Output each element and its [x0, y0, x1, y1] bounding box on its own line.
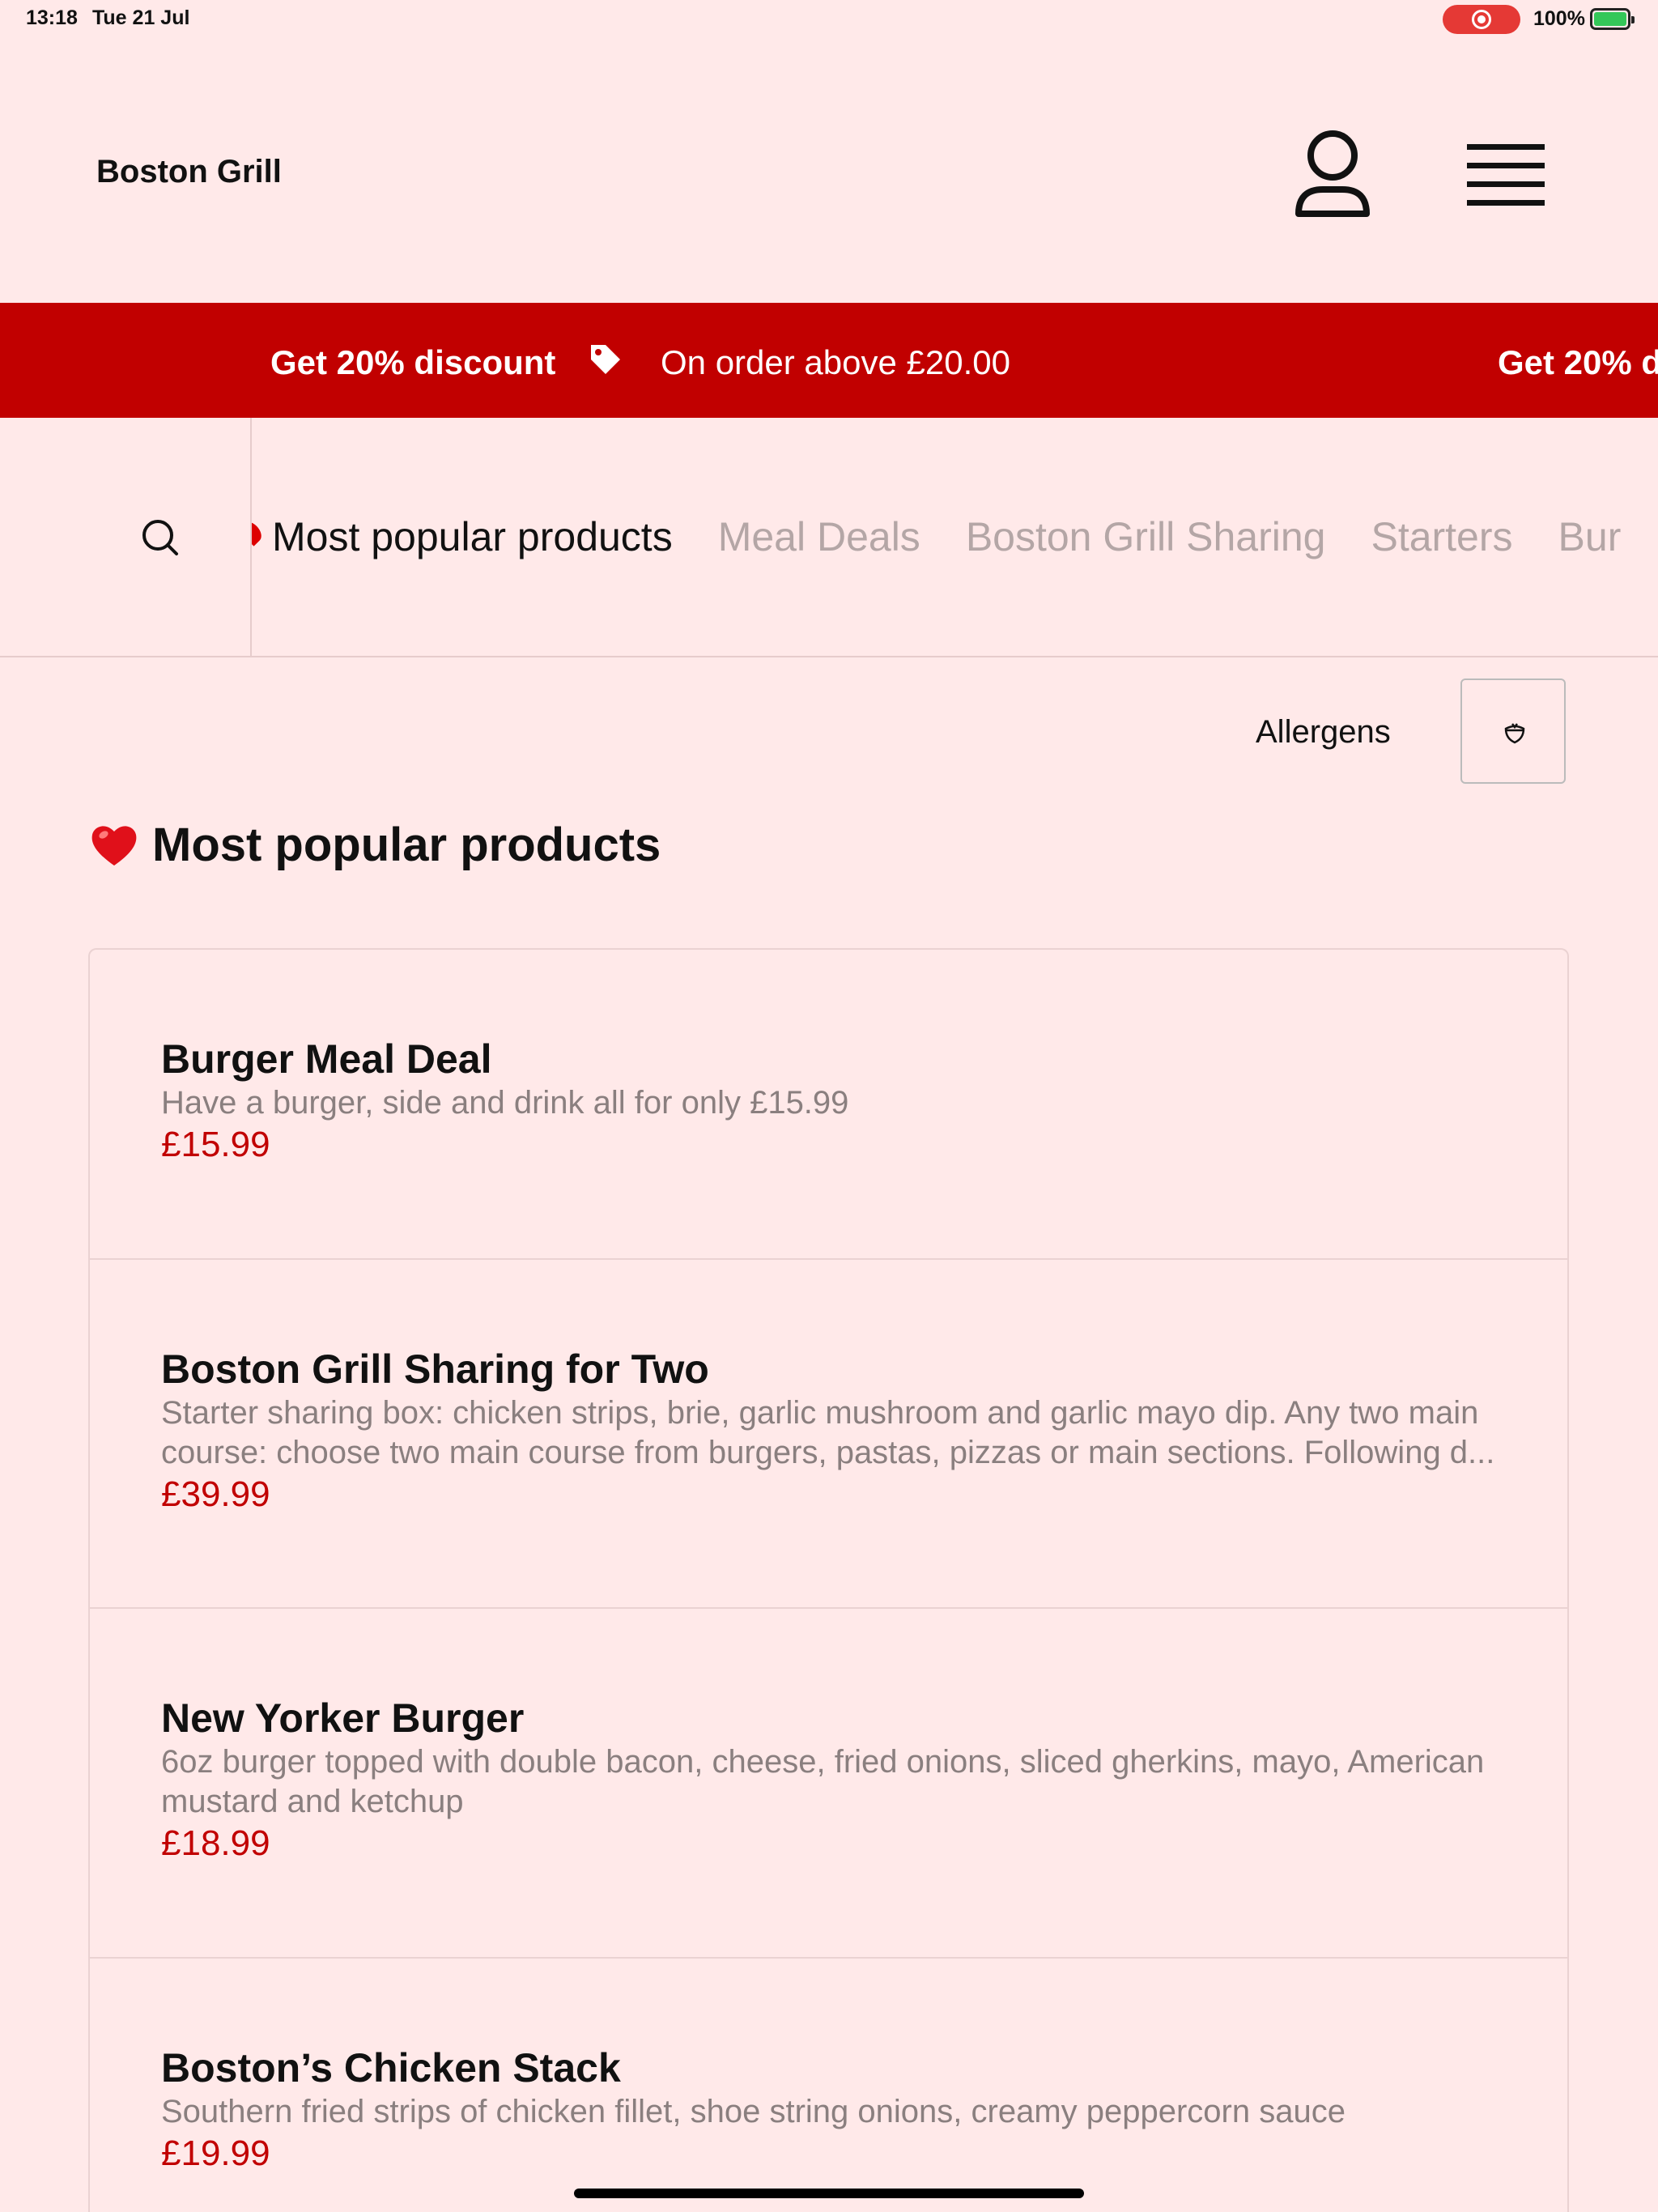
- user-icon: [1295, 130, 1370, 217]
- status-date: Tue 21 Jul: [92, 6, 190, 29]
- product-price: £39.99: [161, 1474, 270, 1514]
- product-card-bostons-chicken-stack[interactable]: Boston’s Chicken Stack Southern fried st…: [90, 1959, 1567, 2212]
- product-price: £15.99: [161, 1124, 270, 1164]
- record-icon: [1472, 10, 1491, 29]
- tab-starters[interactable]: Starters: [1371, 513, 1512, 560]
- status-time: 13:18: [26, 6, 78, 29]
- promo-title: Get 20% discount: [270, 343, 556, 381]
- hamburger-menu-icon: [1467, 144, 1545, 206]
- product-price: £19.99: [161, 2133, 270, 2173]
- header: Boston Grill: [0, 39, 1658, 303]
- section-title: Most popular products: [89, 818, 661, 872]
- promo-subtitle: On order above £20.00: [661, 343, 1010, 381]
- product-name: Boston Grill Sharing for Two: [161, 1346, 709, 1392]
- product-name: Boston’s Chicken Stack: [161, 2045, 621, 2091]
- tab-meal-deals[interactable]: Meal Deals: [718, 513, 920, 560]
- section-title-text: Most popular products: [152, 819, 661, 871]
- battery-percentage: 100%: [1533, 7, 1585, 30]
- menu-button[interactable]: [1464, 136, 1548, 214]
- product-description: Have a burger, side and drink all for on…: [161, 1085, 849, 1121]
- search-icon: [142, 520, 178, 555]
- tab-boston-grill-sharing[interactable]: Boston Grill Sharing: [966, 513, 1326, 560]
- product-card-boston-grill-sharing-for-two[interactable]: Boston Grill Sharing for Two Starter sha…: [90, 1260, 1567, 1609]
- status-bar: 13:18 Tue 21 Jul 100%: [0, 0, 1658, 39]
- tab-most-popular-products[interactable]: Most popular products: [272, 513, 673, 560]
- page: 13:18 Tue 21 Jul 100% Boston Grill Get 2…: [0, 0, 1658, 2212]
- product-name: New Yorker Burger: [161, 1695, 525, 1741]
- brand-name[interactable]: Boston Grill: [96, 154, 282, 190]
- product-card-burger-meal-deal[interactable]: Burger Meal Deal Have a burger, side and…: [90, 950, 1567, 1260]
- screen-recording-indicator: [1443, 5, 1520, 34]
- promo-banner: Get 20% discount On order above £20.00 G…: [0, 303, 1658, 418]
- price-tag-icon: [591, 345, 620, 374]
- promo-title-repeat: Get 20% d: [1498, 343, 1658, 381]
- home-indicator[interactable]: [574, 2189, 1084, 2198]
- category-tabs: Most popular products Meal Deals Boston …: [272, 513, 1658, 560]
- tab-burgers[interactable]: Bur: [1558, 513, 1622, 560]
- product-name: Burger Meal Deal: [161, 1036, 492, 1082]
- allergen-filter-icon: [1504, 723, 1525, 744]
- product-price: £18.99: [161, 1823, 270, 1863]
- heart-icon: [91, 825, 137, 866]
- battery-icon: [1590, 8, 1635, 30]
- account-button[interactable]: [1292, 126, 1373, 223]
- product-description: Starter sharing box: chicken strips, bri…: [161, 1395, 1495, 1470]
- category-bar: Most popular products Meal Deals Boston …: [0, 418, 1658, 657]
- search-button[interactable]: [0, 418, 252, 656]
- product-card-new-yorker-burger[interactable]: New Yorker Burger 6oz burger topped with…: [90, 1609, 1567, 1959]
- product-description: Southern fried strips of chicken fillet,…: [161, 2094, 1346, 2129]
- allergens-label: Allergens: [1256, 714, 1391, 750]
- product-list: Burger Meal Deal Have a burger, side and…: [88, 948, 1569, 2212]
- allergens-filter-button[interactable]: [1460, 678, 1566, 784]
- product-description: 6oz burger topped with double bacon, che…: [161, 1744, 1485, 1819]
